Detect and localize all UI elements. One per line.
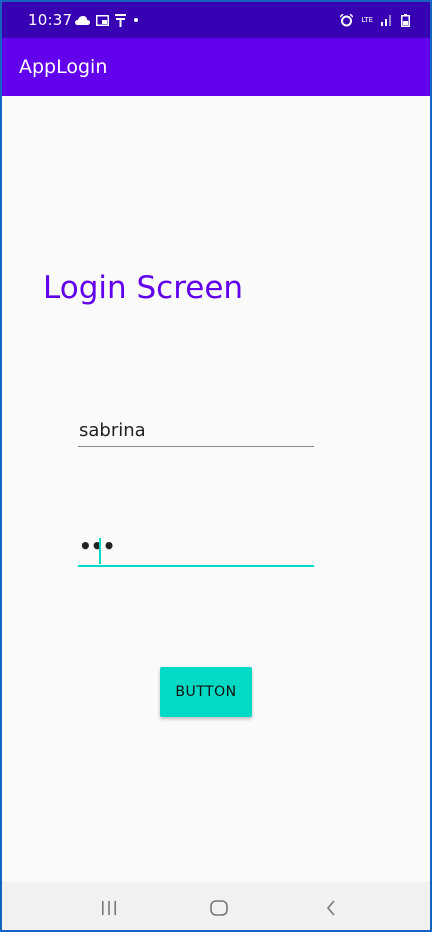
status-right-icons: LTE	[340, 13, 410, 27]
back-icon[interactable]	[320, 897, 342, 919]
notification-dot-icon	[132, 16, 140, 24]
app-bar: AppLogin	[2, 38, 430, 96]
status-bar: 10:37 LTE	[2, 2, 430, 38]
password-input[interactable]: •••	[78, 527, 314, 567]
usb-icon	[115, 13, 126, 27]
login-button[interactable]: BUTTON	[160, 667, 252, 717]
device-frame: 10:37 LTE AppLogin Login Screen sabrina …	[0, 0, 432, 932]
app-title: AppLogin	[19, 56, 108, 78]
page-title: Login Screen	[43, 270, 244, 306]
lte-icon: LTE	[361, 15, 373, 24]
signal-icon	[381, 14, 393, 26]
username-value: sabrina	[79, 420, 146, 441]
home-icon[interactable]	[208, 897, 230, 919]
password-value: •••	[79, 534, 115, 558]
cloud-icon	[75, 15, 90, 25]
text-cursor	[99, 538, 101, 564]
battery-icon	[401, 13, 410, 27]
recent-apps-icon[interactable]	[98, 897, 120, 919]
alarm-icon	[340, 13, 354, 27]
username-input[interactable]: sabrina	[78, 407, 314, 447]
navigation-bar	[2, 882, 430, 930]
status-time: 10:37	[28, 11, 73, 29]
cast-icon	[96, 14, 109, 26]
status-left-icons	[75, 13, 140, 27]
